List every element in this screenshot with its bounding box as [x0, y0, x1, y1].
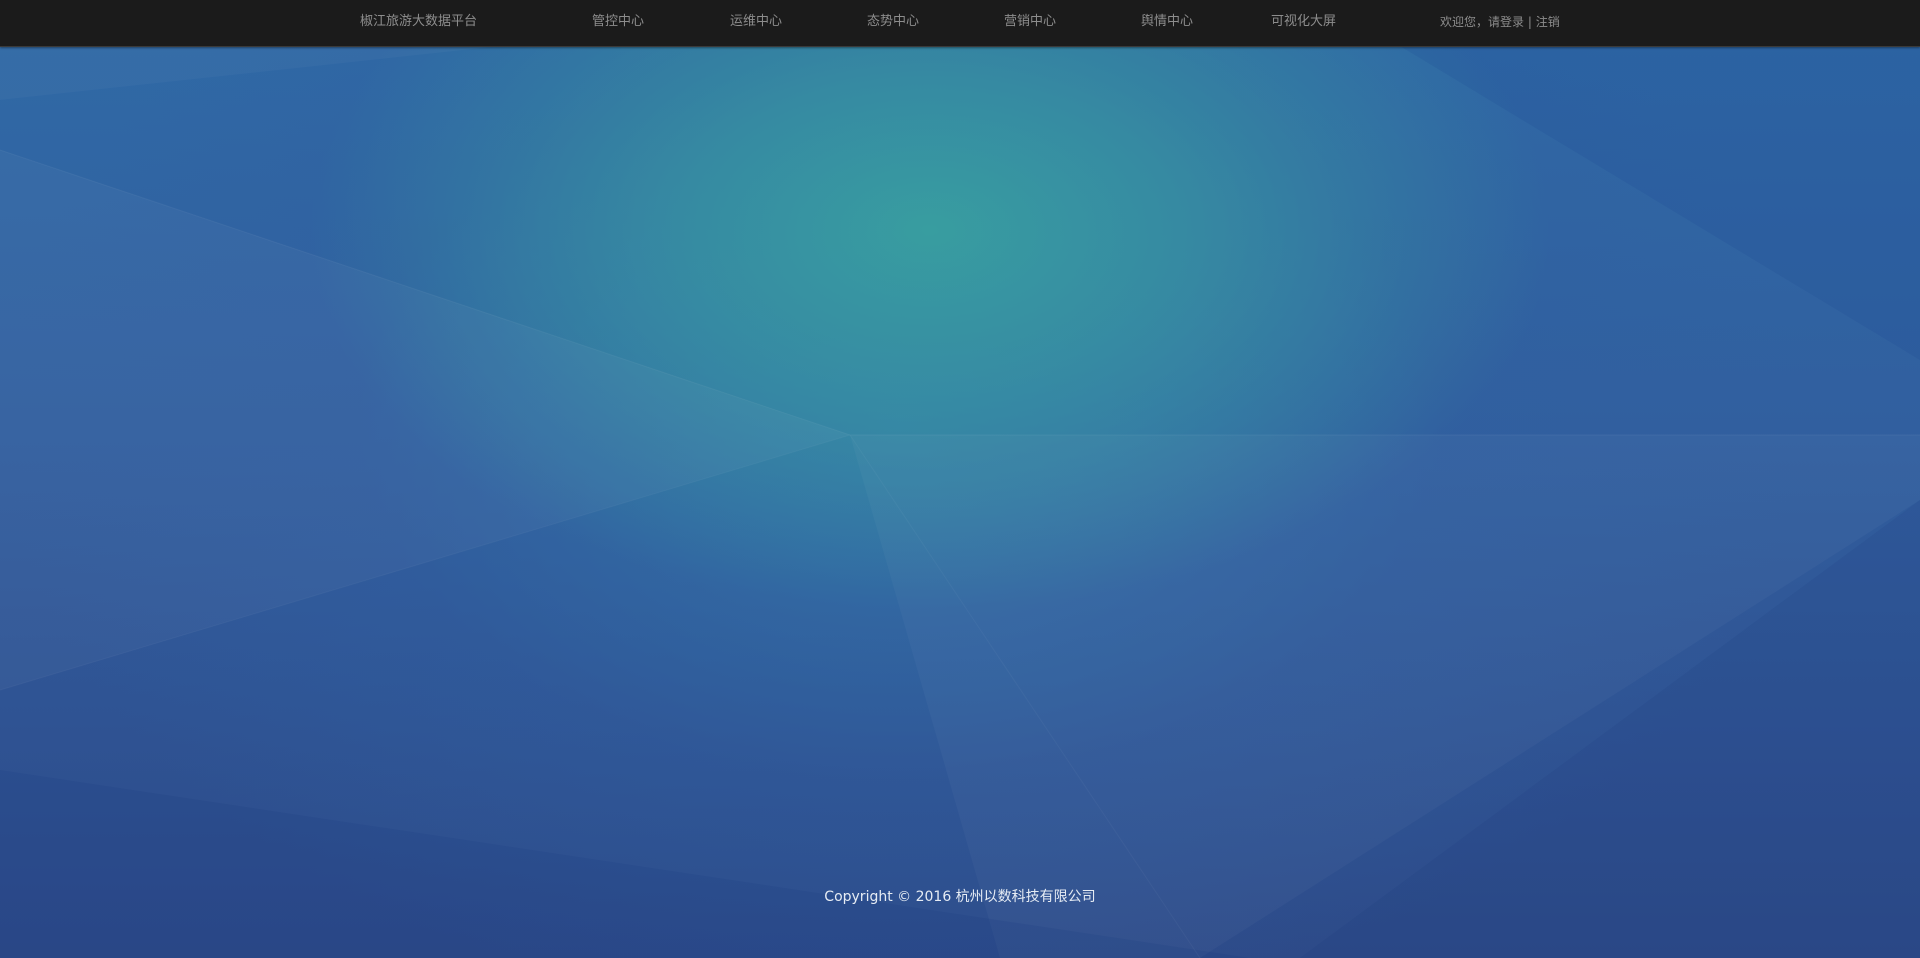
- nav-visual-screen[interactable]: 可视化大屏: [1271, 0, 1336, 44]
- nav-control-center[interactable]: 管控中心: [592, 0, 644, 44]
- login-link[interactable]: 欢迎您，请登录: [1440, 15, 1524, 29]
- footer-copyright: Copyright © 2016 杭州以数科技有限公司: [824, 889, 1096, 905]
- top-navbar: 椒江旅游大数据平台 管控中心 运维中心 态势中心 营销中心 舆情中心 可视化大屏…: [0, 0, 1920, 47]
- nav-ops-center[interactable]: 运维中心: [730, 0, 782, 44]
- user-area: 欢迎您，请登录 | 注销: [1440, 0, 1560, 44]
- background-facets: [0, 46, 1920, 958]
- logout-link[interactable]: 注销: [1536, 15, 1560, 29]
- brand-title[interactable]: 椒江旅游大数据平台: [360, 0, 477, 44]
- user-separator: |: [1527, 15, 1532, 29]
- nav-opinion-center[interactable]: 舆情中心: [1141, 0, 1193, 44]
- nav-situation-center[interactable]: 态势中心: [867, 0, 919, 44]
- nav-marketing-center[interactable]: 营销中心: [1004, 0, 1056, 44]
